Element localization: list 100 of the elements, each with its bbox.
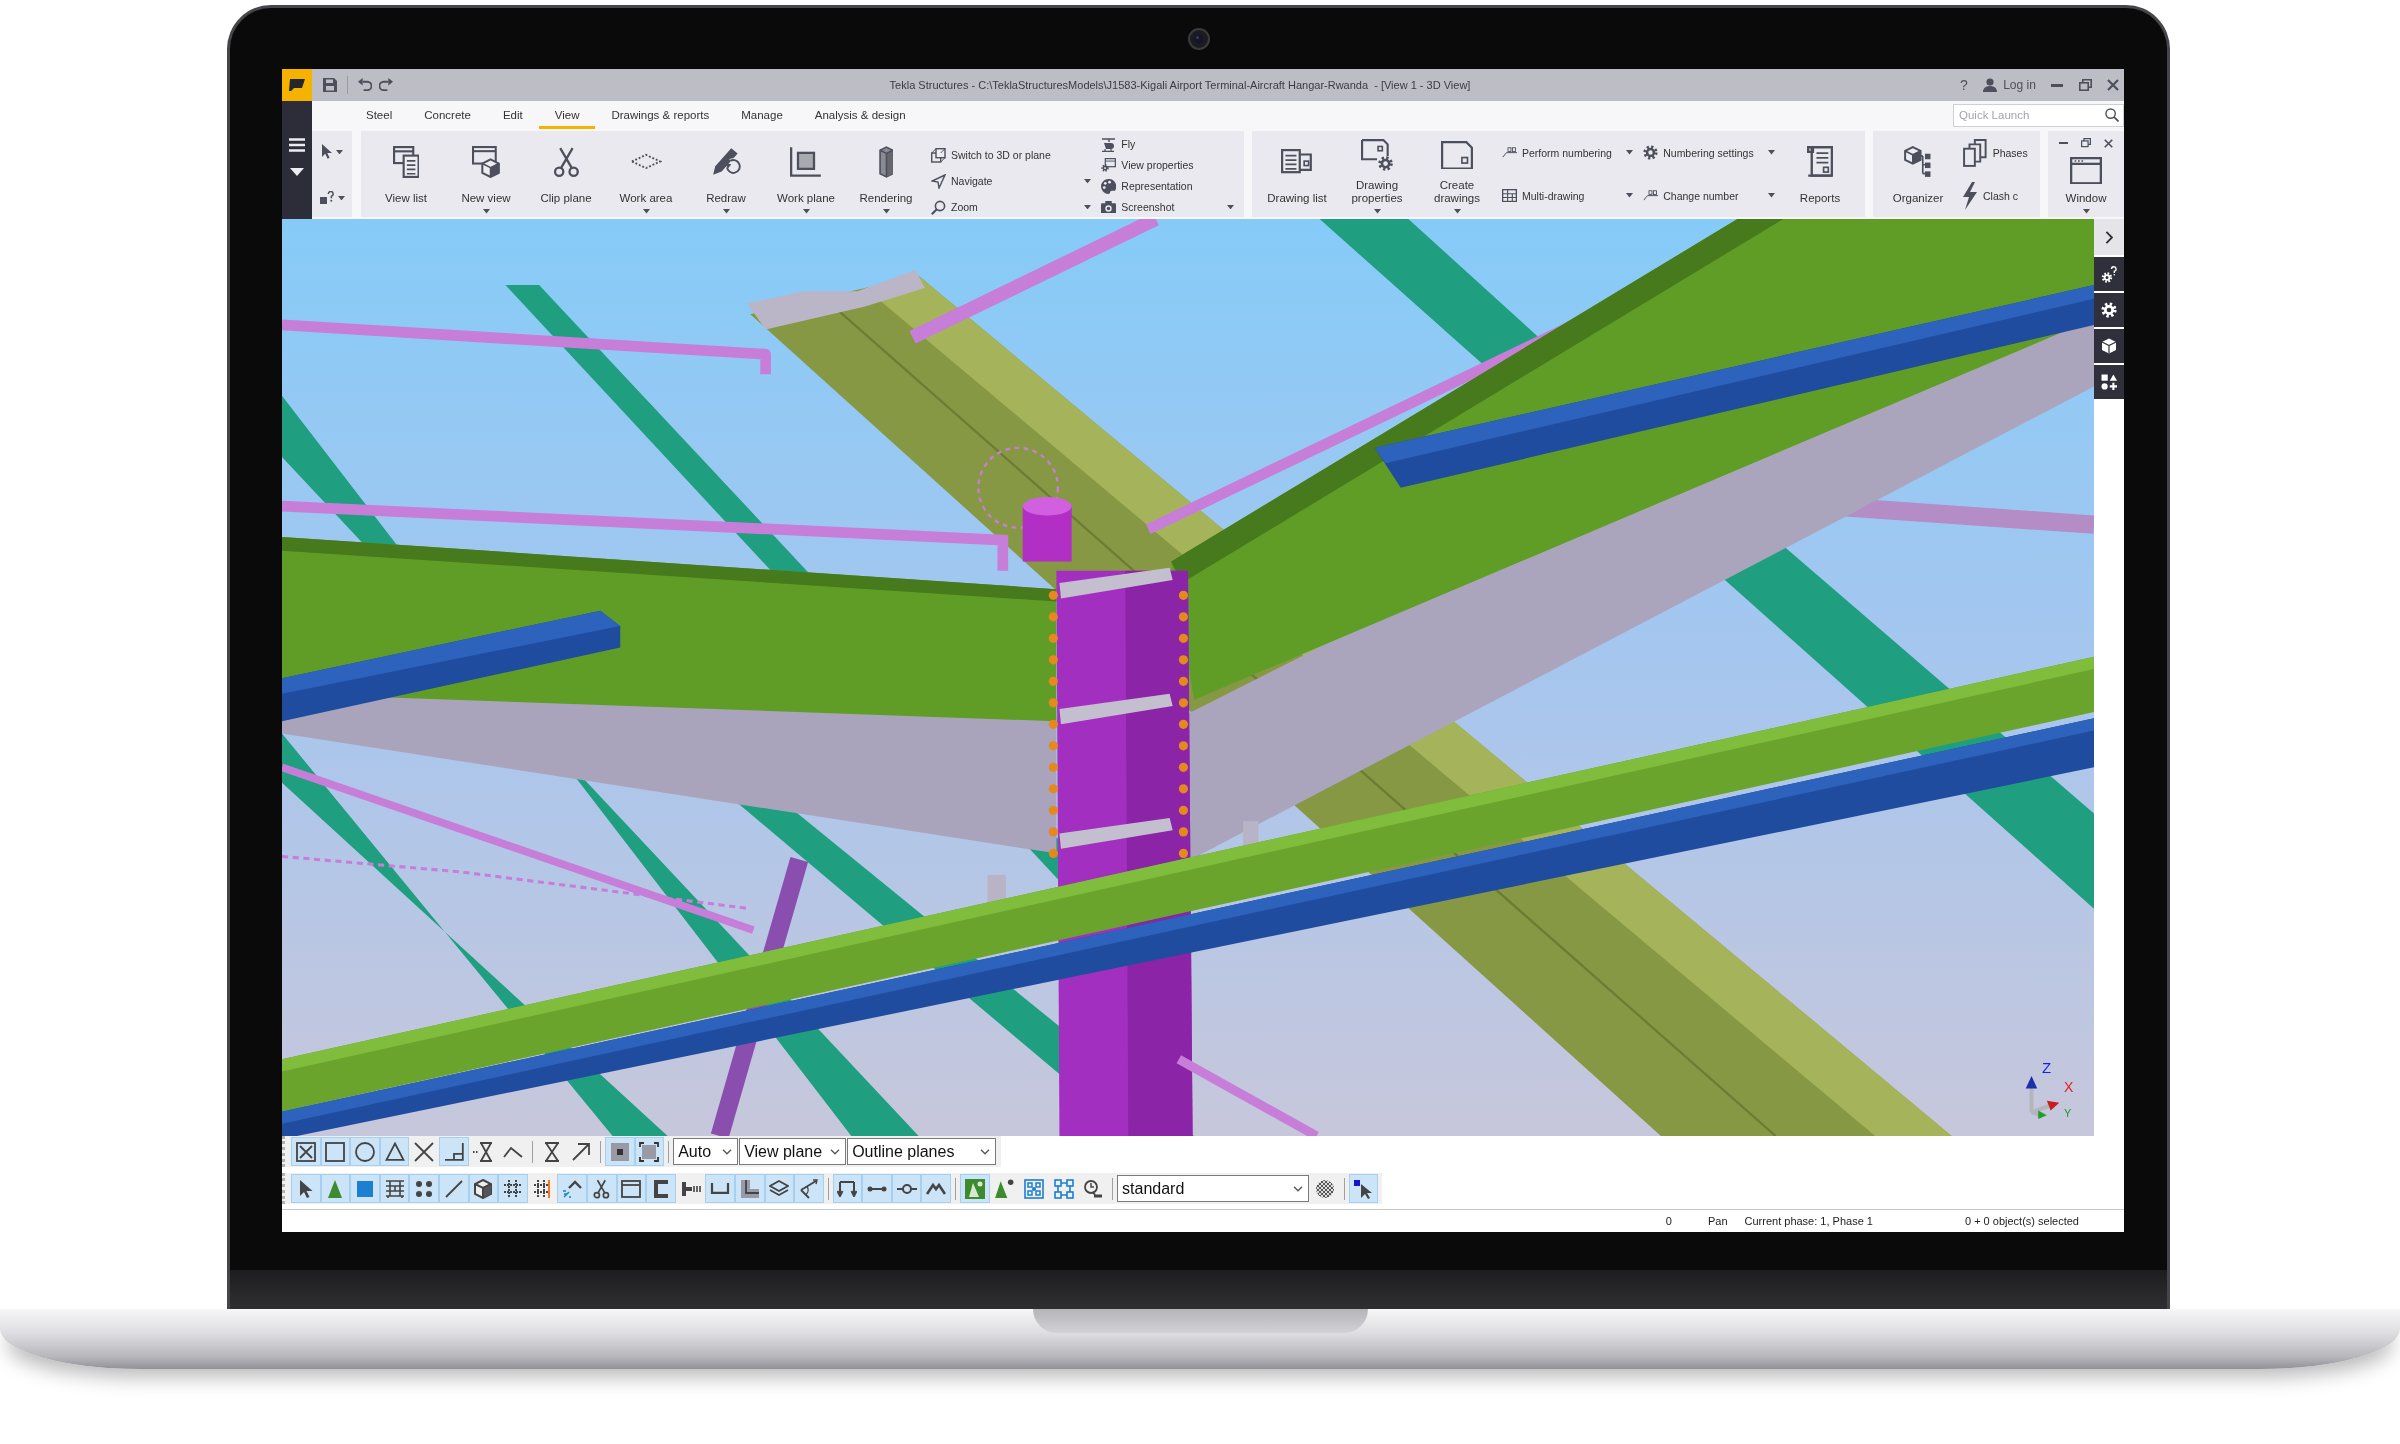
panel-button[interactable] bbox=[2094, 293, 2124, 327]
save-icon[interactable] bbox=[323, 78, 337, 92]
restore-icon[interactable] bbox=[2078, 79, 2092, 91]
four-dots-icon[interactable] bbox=[414, 1178, 435, 1199]
square-corners-icon[interactable] bbox=[639, 1141, 660, 1162]
toolbar-button[interactable] bbox=[604, 1137, 635, 1166]
ribbon-button[interactable]: Reports bbox=[1783, 131, 1857, 217]
ribbon-button[interactable]: Work area bbox=[609, 131, 683, 217]
toolbar-button[interactable] bbox=[1348, 1174, 1379, 1203]
help-square-icon[interactable] bbox=[319, 191, 334, 205]
caret-icon[interactable] bbox=[1768, 150, 1775, 155]
chevron-down-icon[interactable] bbox=[980, 1148, 991, 1155]
node-grid-icon[interactable] bbox=[1053, 1178, 1074, 1199]
login-button[interactable]: Log in bbox=[1983, 78, 2036, 92]
toolbar-button[interactable] bbox=[705, 1174, 735, 1203]
pointer-icon[interactable] bbox=[298, 1178, 313, 1199]
box-x-icon[interactable] bbox=[295, 1141, 316, 1162]
search-field[interactable]: Quick Launch bbox=[1953, 103, 2124, 127]
circle-line-icon[interactable] bbox=[896, 1183, 917, 1194]
stacked-pages-icon[interactable] bbox=[1963, 138, 1987, 167]
toolbar-button[interactable] bbox=[921, 1174, 952, 1203]
ribbon-button[interactable]: Zoom bbox=[929, 197, 1094, 217]
tab[interactable]: Drawings & reports bbox=[595, 101, 726, 129]
toolbar-button[interactable] bbox=[320, 1137, 351, 1166]
ribbon-button[interactable]: Multi-drawing bbox=[1500, 185, 1636, 206]
ribbon-button[interactable]: Create drawings bbox=[1420, 131, 1494, 217]
caret-icon[interactable] bbox=[1373, 209, 1381, 214]
caret-icon[interactable] bbox=[336, 149, 343, 154]
ribbon-button[interactable]: Redraw bbox=[689, 131, 763, 217]
ribbon-button[interactable]: Perform numbering bbox=[1500, 142, 1636, 163]
scissors-icon[interactable] bbox=[552, 145, 580, 178]
window-icon[interactable] bbox=[2070, 156, 2102, 185]
cone-icon[interactable] bbox=[327, 1178, 344, 1199]
square-icon[interactable] bbox=[325, 1141, 346, 1162]
tab[interactable]: Edit bbox=[486, 101, 539, 129]
toolbar-button[interactable] bbox=[379, 1174, 410, 1203]
caret-icon[interactable] bbox=[1227, 204, 1234, 210]
hourglass-icon[interactable] bbox=[543, 1141, 560, 1162]
toolbar-button[interactable] bbox=[350, 1137, 380, 1166]
ribbon-button[interactable]: Switch to 3D or plane bbox=[929, 145, 1094, 165]
ribbon-button[interactable]: Navigate bbox=[929, 171, 1094, 191]
window-cube-icon[interactable] bbox=[472, 145, 500, 178]
menu-icon[interactable] bbox=[289, 138, 305, 152]
search-icon[interactable] bbox=[2105, 108, 2119, 122]
toolbar-button[interactable] bbox=[468, 1174, 499, 1203]
undo-icon[interactable] bbox=[358, 78, 372, 92]
camera-icon[interactable] bbox=[1101, 200, 1117, 214]
help-button[interactable]: ? bbox=[1960, 77, 1968, 93]
cube-tree-icon[interactable] bbox=[1904, 145, 1932, 178]
toolbar-button[interactable] bbox=[379, 1137, 410, 1166]
ribbon-button[interactable]: Window bbox=[2048, 149, 2124, 217]
window-icon[interactable] bbox=[621, 1178, 642, 1199]
ribbon-button[interactable]: Drawing properties bbox=[1340, 131, 1414, 217]
frame-arrows-icon[interactable] bbox=[837, 1180, 858, 1197]
ribbon-button[interactable]: Clip plane bbox=[529, 131, 603, 217]
toolbar-button[interactable] bbox=[616, 1174, 647, 1203]
panel-button[interactable] bbox=[2094, 257, 2124, 291]
toolbar-button[interactable] bbox=[498, 1174, 528, 1203]
close-icon[interactable] bbox=[2104, 138, 2114, 148]
helicopter-icon[interactable] bbox=[1101, 136, 1117, 152]
toolbar-button[interactable] bbox=[794, 1174, 824, 1203]
chevron-down-icon[interactable] bbox=[722, 1148, 733, 1155]
toolbar-button[interactable] bbox=[734, 1174, 765, 1203]
lightning-icon[interactable] bbox=[1963, 181, 1977, 210]
angle-measure-icon[interactable] bbox=[798, 1178, 819, 1199]
tab[interactable]: Steel bbox=[350, 101, 409, 129]
cube-switch-icon[interactable] bbox=[931, 147, 946, 163]
ribbon-button[interactable]: View list bbox=[369, 131, 443, 217]
diagonal-line-icon[interactable] bbox=[443, 1178, 464, 1199]
caret-icon[interactable] bbox=[1768, 193, 1775, 198]
chevron-right-icon[interactable] bbox=[2104, 230, 2114, 244]
caret-icon[interactable] bbox=[290, 168, 304, 176]
caret-icon[interactable] bbox=[1453, 209, 1461, 214]
shapes-icon[interactable] bbox=[2101, 374, 2117, 390]
caret-icon[interactable] bbox=[1626, 193, 1634, 198]
ribbon-button[interactable]: Phases bbox=[1961, 134, 2032, 171]
palette-icon[interactable] bbox=[1101, 178, 1117, 194]
step-icon[interactable] bbox=[739, 1178, 760, 1199]
dotted-hourglass-icon[interactable] bbox=[473, 1141, 494, 1162]
tab[interactable]: Analysis & design bbox=[798, 101, 922, 129]
dumbbell-icon[interactable] bbox=[867, 1184, 888, 1193]
arrow-up-right-icon[interactable] bbox=[571, 1141, 592, 1162]
toolbar-button[interactable] bbox=[438, 1137, 469, 1166]
dropdown[interactable]: standard bbox=[1117, 1175, 1310, 1202]
pencil-refresh-icon[interactable] bbox=[710, 145, 742, 178]
tab[interactable]: Concrete bbox=[408, 101, 487, 129]
caret-icon[interactable] bbox=[722, 209, 730, 214]
document-gear-icon[interactable] bbox=[1361, 139, 1393, 171]
ribbon-button[interactable]: Organizer bbox=[1881, 131, 1955, 217]
node-frame-icon[interactable] bbox=[1024, 1178, 1045, 1199]
panel-button[interactable] bbox=[2094, 329, 2124, 363]
caret-icon[interactable] bbox=[642, 209, 650, 214]
caret-icon[interactable] bbox=[482, 209, 490, 214]
close-icon[interactable] bbox=[2107, 79, 2119, 91]
user-icon[interactable] bbox=[1983, 78, 1998, 92]
dropdown[interactable]: Outline planes bbox=[847, 1138, 997, 1165]
chevron-down-icon[interactable] bbox=[830, 1148, 841, 1155]
triangle-dot-tile-icon[interactable] bbox=[964, 1178, 985, 1199]
caret-icon[interactable] bbox=[1626, 150, 1634, 155]
chevron-down-icon[interactable] bbox=[1293, 1185, 1304, 1192]
